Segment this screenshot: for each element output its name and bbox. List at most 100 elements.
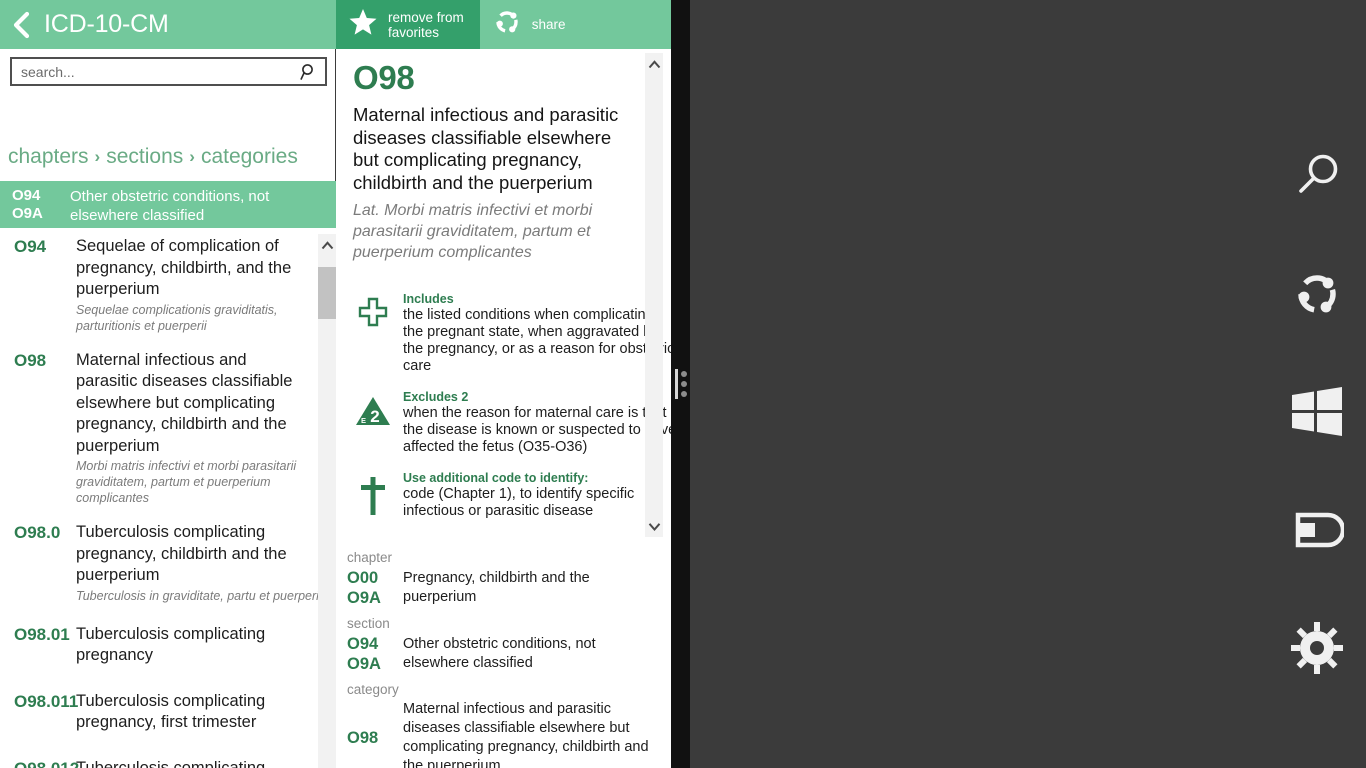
- hierarchy-chapter-label: chapter: [347, 550, 393, 565]
- app-bar-filler: [582, 0, 671, 49]
- charm-share-button[interactable]: [1286, 263, 1348, 325]
- hierarchy-chapter[interactable]: chapter O00 O9A Pregnancy, childbirth an…: [347, 548, 657, 608]
- charm-devices-button[interactable]: [1286, 499, 1348, 561]
- list-item-body: Sequelae of complication of pregnancy, c…: [76, 236, 308, 334]
- plus-includes-icon: [353, 291, 393, 375]
- list-item-code: O98.011: [14, 691, 79, 711]
- back-chevron-icon: [8, 10, 34, 40]
- hierarchy-chapter-code: O00 O9A: [347, 569, 381, 607]
- code-list-inner: O94 Sequelae of complication of pregnanc…: [0, 228, 326, 768]
- page-title: ICD-10-CM: [44, 10, 169, 38]
- detail-scroll-region[interactable]: O98 Maternal infectious and parasitic di…: [337, 49, 671, 538]
- search-box[interactable]: [10, 57, 327, 86]
- breadcrumb-sections[interactable]: sections: [106, 145, 183, 169]
- detail-code: O98: [353, 59, 415, 96]
- remove-from-favorites-button[interactable]: remove from favorites: [336, 0, 480, 49]
- search-input[interactable]: [21, 63, 299, 80]
- panel-splitter[interactable]: [675, 368, 687, 400]
- share-button[interactable]: share: [480, 0, 582, 49]
- list-item[interactable]: O98.012 Tuberculosis complicating pregna…: [0, 746, 318, 768]
- hierarchy-section[interactable]: section O94 O9A Other obstetric conditio…: [347, 614, 657, 674]
- charms-bar: [1284, 145, 1350, 679]
- note-line: the pregnancy, or as a reason for obstet…: [403, 341, 671, 357]
- breadcrumb: chapters › sections › categories: [8, 145, 298, 169]
- note-line: infectious or parasitic disease: [403, 503, 594, 519]
- screen: ICD-10-CM remove from favorites share se…: [0, 0, 1366, 768]
- svg-text:E: E: [361, 416, 366, 425]
- detail-title: Maternal infectious and parasitic diseas…: [353, 104, 619, 193]
- hierarchy-category[interactable]: category O98 Maternal infectious and par…: [347, 680, 657, 768]
- list-item-body: Tuberculosis complicating pregnancy, chi…: [76, 522, 326, 604]
- remove-from-favorites-label: remove from favorites: [388, 9, 464, 40]
- left-panel: chapters › sections › categories O94 O9A…: [0, 49, 336, 768]
- windows-start-icon: [1290, 386, 1344, 438]
- list-item[interactable]: O98.0 Tuberculosis complicating pregnanc…: [0, 514, 326, 612]
- list-item-body: Tuberculosis complicating pregnancy, fir…: [76, 691, 308, 734]
- search-charm-icon: [1290, 149, 1344, 203]
- share-label: share: [531, 17, 566, 32]
- detail-notes: Includes the listed conditions when comp…: [353, 291, 671, 520]
- charm-settings-button[interactable]: [1286, 617, 1348, 679]
- note-line: the disease is known or suspected to hav…: [403, 422, 671, 438]
- hierarchy-category-row[interactable]: O98 Maternal infectious and parasitic di…: [347, 700, 657, 768]
- list-item-name: Tuberculosis complicating pregnancy, chi…: [76, 523, 287, 584]
- share-charm-icon: [1290, 267, 1344, 321]
- search-icon[interactable]: [299, 62, 319, 82]
- list-item-code: O98.01: [14, 624, 70, 644]
- list-item[interactable]: O98 Maternal infectious and parasitic di…: [0, 342, 318, 515]
- note-line: the listed conditions when complicating: [403, 307, 654, 323]
- note-line: care: [403, 358, 432, 374]
- note-excludes2-body: Excludes 2 when the reason for maternal …: [403, 389, 671, 456]
- list-item[interactable]: O94 Sequelae of complication of pregnanc…: [0, 228, 318, 342]
- code-list[interactable]: O94 Sequelae of complication of pregnanc…: [0, 228, 336, 768]
- selected-section-title: Other obstetric conditions, not elsewher…: [70, 188, 270, 224]
- hierarchy-category-label: category: [347, 682, 399, 697]
- devices-icon: [1290, 510, 1344, 550]
- svg-text:2: 2: [370, 407, 379, 426]
- detail-scrollbar[interactable]: [645, 53, 663, 537]
- charm-start-button[interactable]: [1286, 381, 1348, 443]
- triangle-excludes2-icon: 2 E: [353, 389, 393, 456]
- scroll-down-arrow-icon[interactable]: [645, 517, 663, 535]
- list-item-name: Tuberculosis complicating pregnancy, sec…: [76, 758, 266, 768]
- note-line: affected the fetus (O35-O36): [403, 439, 588, 455]
- list-item-code: O98: [14, 350, 47, 370]
- hierarchy-section-row[interactable]: O94 O9A Other obstetric conditions, not …: [347, 634, 657, 674]
- list-item[interactable]: O98.011 Tuberculosis complicating pregna…: [0, 679, 318, 746]
- selected-section-code: O94 O9A: [12, 187, 43, 222]
- list-item-name: Tuberculosis complicating pregnancy, fir…: [76, 691, 266, 732]
- left-list-scrollbar[interactable]: [318, 234, 336, 768]
- note-excludes2-heading: Excludes 2: [403, 390, 469, 404]
- scroll-thumb[interactable]: [318, 267, 336, 319]
- detail-panel: O98 Maternal infectious and parasitic di…: [337, 49, 671, 768]
- gear-icon: [1291, 622, 1343, 674]
- hierarchy-chapter-row[interactable]: O00 O9A Pregnancy, childbirth and the pu…: [347, 568, 657, 608]
- detail-latin: Lat. Morbi matris infectivi et morbi par…: [353, 202, 593, 261]
- selected-section-header[interactable]: O94 O9A Other obstetric conditions, not …: [0, 181, 336, 232]
- note-includes: Includes the listed conditions when comp…: [353, 291, 671, 375]
- back-button[interactable]: ICD-10-CM: [0, 0, 336, 49]
- list-item-latin: Sequelae complicationis graviditatis, pa…: [76, 302, 278, 333]
- scroll-up-arrow-icon[interactable]: [645, 55, 663, 73]
- dagger-icon: [353, 470, 393, 520]
- breadcrumb-separator-icon: ›: [94, 147, 101, 166]
- list-item[interactable]: O98.01 Tuberculosis complicating pregnan…: [0, 612, 318, 679]
- hierarchy-section-text: Other obstetric conditions, not elsewher…: [403, 636, 596, 671]
- note-includes-body: Includes the listed conditions when comp…: [403, 291, 671, 375]
- list-item-latin: Tuberculosis in graviditate, partu et pu…: [76, 588, 326, 603]
- list-item-code: O98.0: [14, 523, 61, 542]
- breadcrumb-categories[interactable]: categories: [201, 145, 298, 169]
- desktop-backdrop: [690, 0, 1366, 768]
- hierarchy-chapter-text: Pregnancy, childbirth and the puerperium: [403, 570, 590, 605]
- list-item-code: O94: [14, 237, 47, 256]
- list-item-code: O98.012: [14, 758, 80, 768]
- note-line: code (Chapter 1), to identify specific: [403, 486, 635, 502]
- list-item-body: Tuberculosis complicating pregnancy, sec…: [76, 758, 308, 768]
- share-ring-icon: [492, 7, 522, 42]
- scroll-up-arrow-icon[interactable]: [318, 236, 336, 254]
- charm-search-button[interactable]: [1286, 145, 1348, 207]
- breadcrumb-separator-icon: ›: [189, 147, 195, 166]
- splitter-bar: [675, 369, 678, 399]
- breadcrumb-chapters[interactable]: chapters: [8, 145, 89, 169]
- list-item-body: Tuberculosis complicating pregnancy: [76, 624, 308, 667]
